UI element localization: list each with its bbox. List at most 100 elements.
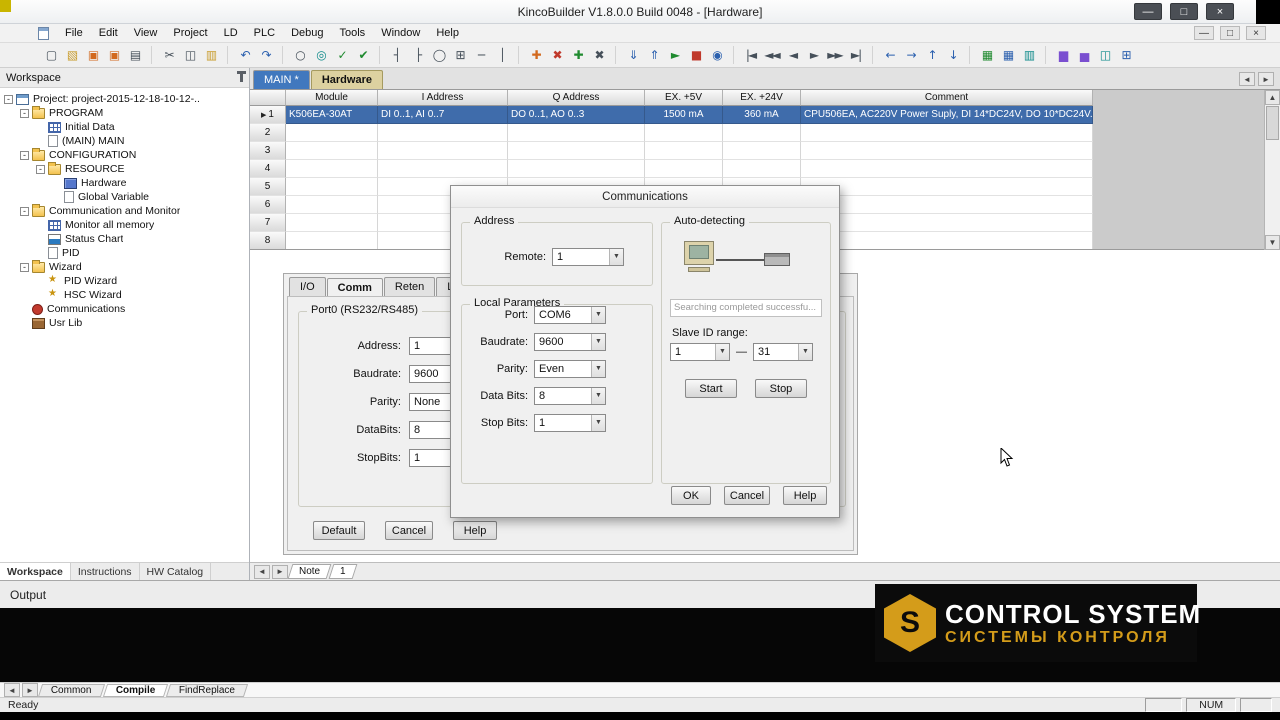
nav-next-fast-icon[interactable]: ►► xyxy=(824,45,845,66)
output-scroll-left-icon[interactable]: ◄ xyxy=(4,683,20,697)
menu-window[interactable]: Window xyxy=(373,25,428,41)
delete-row-icon[interactable]: ✖ xyxy=(588,45,609,66)
dropdown-arrow-icon[interactable]: ▼ xyxy=(715,344,729,360)
nav-first-icon[interactable]: |◄ xyxy=(740,45,761,66)
help-button[interactable]: Help xyxy=(453,521,497,540)
insert-network-icon[interactable]: ✚ xyxy=(525,45,546,66)
cancel-button[interactable]: Cancel xyxy=(724,486,770,505)
stop-bits-select[interactable]: 1 ▼ xyxy=(534,414,606,432)
scroll-up-icon[interactable]: ▲ xyxy=(1265,90,1280,105)
tab-comm[interactable]: Comm xyxy=(326,278,383,297)
help-button[interactable]: Help xyxy=(783,486,827,505)
tab-instructions[interactable]: Instructions xyxy=(71,563,140,580)
memory-view-icon[interactable]: ▦ xyxy=(997,45,1018,66)
tab-note[interactable]: Note xyxy=(287,564,332,579)
mdi-minimize-button[interactable]: — xyxy=(1194,26,1214,40)
table-row-selected[interactable]: ▶ 1 K506EA-30AT DI 0..1, AI 0..7 DO 0..1,… xyxy=(250,106,1093,124)
menu-view[interactable]: View xyxy=(126,25,166,41)
open-project-icon[interactable]: ▧ xyxy=(61,45,82,66)
nav-next-icon[interactable]: ► xyxy=(803,45,824,66)
close-button[interactable]: × xyxy=(1206,3,1234,20)
tile-windows-icon[interactable]: ⊞ xyxy=(1115,45,1136,66)
tree-item-wizard[interactable]: - Wizard xyxy=(0,259,249,274)
tab-main[interactable]: MAIN * xyxy=(253,70,310,89)
grid-view-icon[interactable]: ▦ xyxy=(976,45,997,66)
redo-icon[interactable]: ↷ xyxy=(255,45,276,66)
column-header[interactable]: I Address xyxy=(378,90,508,106)
collapse-icon[interactable]: - xyxy=(4,94,13,104)
menu-file[interactable]: File xyxy=(57,25,91,41)
tree-item-comm-monitor[interactable]: - Communication and Monitor xyxy=(0,203,249,218)
replace-icon[interactable]: ◎ xyxy=(310,45,331,66)
output-scroll-right-icon[interactable]: ► xyxy=(22,683,38,697)
tree-item-configuration[interactable]: - CONFIGURATION xyxy=(0,147,249,162)
cascade-windows-icon[interactable]: ◫ xyxy=(1094,45,1115,66)
ladder-contact-closed-icon[interactable]: ├ xyxy=(407,45,428,66)
table-row[interactable]: 3 xyxy=(250,142,1093,160)
menu-plc[interactable]: PLC xyxy=(246,25,283,41)
menu-tools[interactable]: Tools xyxy=(332,25,374,41)
table-view-icon[interactable]: ▥ xyxy=(1018,45,1039,66)
scroll-down-icon[interactable]: ▼ xyxy=(1265,235,1280,250)
run-icon[interactable]: ► xyxy=(664,45,685,66)
column-header[interactable]: Comment xyxy=(801,90,1093,106)
note-scroll-left-icon[interactable]: ◄ xyxy=(254,564,270,579)
jump-back-icon[interactable]: ← xyxy=(879,45,900,66)
slave-to-select[interactable]: 31 ▼ xyxy=(753,343,813,361)
tab-reten[interactable]: Reten xyxy=(383,277,436,296)
tab-scroll-left-icon[interactable]: ◄ xyxy=(1239,72,1255,86)
upload-icon[interactable]: ⇑ xyxy=(643,45,664,66)
tab-io[interactable]: I/O xyxy=(289,277,326,296)
column-header[interactable]: Module xyxy=(286,90,378,106)
baudrate-select[interactable]: 9600 ▼ xyxy=(534,333,606,351)
stop-button[interactable]: Stop xyxy=(755,379,807,398)
pin-icon[interactable] xyxy=(237,70,246,82)
save-icon[interactable]: ▣ xyxy=(82,45,103,66)
tab-compile[interactable]: Compile xyxy=(102,683,169,697)
build-icon[interactable]: ✔ xyxy=(352,45,373,66)
tab-scroll-right-icon[interactable]: ► xyxy=(1258,72,1274,86)
table-row[interactable]: 2 xyxy=(250,124,1093,142)
scrollbar-thumb[interactable] xyxy=(1266,106,1279,140)
data-bits-select[interactable]: 8 ▼ xyxy=(534,387,606,405)
tree-item-initial-data[interactable]: Initial Data xyxy=(0,120,249,134)
tree-item-pid-wizard[interactable]: PID Wizard xyxy=(0,274,249,288)
collapse-icon[interactable]: - xyxy=(20,206,29,216)
status-chart-icon[interactable]: ▅ xyxy=(1073,45,1094,66)
tree-item-communications[interactable]: Communications xyxy=(0,302,249,316)
tree-item-usr-lib[interactable]: Usr Lib xyxy=(0,316,249,330)
nav-prev-fast-icon[interactable]: ◄◄ xyxy=(761,45,782,66)
new-file-icon[interactable]: ▢ xyxy=(40,45,61,66)
ladder-vline-icon[interactable]: │ xyxy=(491,45,512,66)
tab-common[interactable]: Common xyxy=(37,683,105,697)
note-scroll-right-icon[interactable]: ► xyxy=(272,564,288,579)
delete-network-icon[interactable]: ✖ xyxy=(546,45,567,66)
tab-hardware[interactable]: Hardware xyxy=(310,70,383,89)
dropdown-arrow-icon[interactable]: ▼ xyxy=(591,388,605,404)
maximize-button[interactable]: □ xyxy=(1170,3,1198,20)
column-header[interactable]: EX. +24V xyxy=(723,90,801,106)
tree-item-resource[interactable]: - RESOURCE xyxy=(0,161,249,176)
menu-project[interactable]: Project xyxy=(165,25,215,41)
collapse-icon[interactable]: - xyxy=(20,262,29,272)
dropdown-arrow-icon[interactable]: ▼ xyxy=(591,415,605,431)
parity-select[interactable]: Even ▼ xyxy=(534,360,606,378)
cancel-button[interactable]: Cancel xyxy=(385,521,433,540)
table-scrollbar[interactable]: ▲ ▼ xyxy=(1264,90,1280,250)
tree-item-hardware[interactable]: Hardware xyxy=(0,176,249,190)
ladder-block-icon[interactable]: ⊞ xyxy=(449,45,470,66)
mdi-close-button[interactable]: × xyxy=(1246,26,1266,40)
move-down-icon[interactable]: ↓ xyxy=(942,45,963,66)
tab-hw-catalog[interactable]: HW Catalog xyxy=(140,563,212,580)
tab-workspace[interactable]: Workspace xyxy=(0,563,71,580)
dropdown-arrow-icon[interactable]: ▼ xyxy=(591,307,605,323)
column-header[interactable]: EX. +5V xyxy=(645,90,723,106)
dropdown-arrow-icon[interactable]: ▼ xyxy=(591,334,605,350)
start-button[interactable]: Start xyxy=(685,379,737,398)
tree-item-status-chart[interactable]: Status Chart xyxy=(0,232,249,246)
menu-edit[interactable]: Edit xyxy=(91,25,126,41)
ok-button[interactable]: OK xyxy=(671,486,711,505)
paste-icon[interactable]: ▥ xyxy=(200,45,221,66)
chart-columns-icon[interactable]: ▆ xyxy=(1052,45,1073,66)
menu-help[interactable]: Help xyxy=(428,25,467,41)
